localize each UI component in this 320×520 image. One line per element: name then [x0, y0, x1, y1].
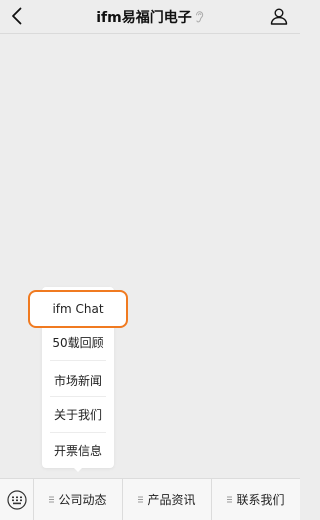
tab-label: 联系我们 [236, 493, 285, 507]
top-nav-bar: ifm易福门电子 [0, 0, 300, 34]
chevron-left-icon [12, 7, 22, 25]
submenu-indicator-icon [49, 496, 55, 503]
ear-icon [195, 10, 204, 23]
page-title: ifm易福门电子 [96, 9, 192, 26]
chat-page: ifm易福门电子 50载回顾 市场新闻 关于我们 开票信息 ifm Chat 公… [0, 0, 300, 520]
tab-product-info[interactable]: 产品资讯 [123, 479, 212, 520]
submenu-indicator-icon [138, 496, 144, 503]
keyboard-toggle-button[interactable] [0, 479, 34, 520]
submenu-item-about-us[interactable]: 关于我们 [42, 396, 114, 432]
tab-company-news[interactable]: 公司动态 [34, 479, 123, 520]
submenu-item-market-news[interactable]: 市场新闻 [42, 362, 114, 398]
submenu-item-invoice-info[interactable]: 开票信息 [42, 432, 114, 468]
divider [50, 360, 106, 361]
popup-arrow [72, 466, 84, 472]
title-group: ifm易福门电子 [96, 7, 203, 27]
profile-button[interactable] [268, 5, 290, 27]
submenu-indicator-icon [227, 496, 233, 503]
person-icon [270, 8, 288, 25]
tab-contact-us[interactable]: 联系我们 [212, 479, 300, 520]
tab-label: 产品资讯 [147, 493, 196, 507]
keyboard-icon [6, 489, 27, 510]
bottom-menu-bar: 公司动态 产品资讯 联系我们 [0, 478, 300, 520]
back-button[interactable] [4, 3, 30, 29]
tab-label: 公司动态 [58, 493, 107, 507]
submenu-item-ifm-chat[interactable]: ifm Chat [28, 290, 128, 328]
submenu-item-50-years[interactable]: 50载回顾 [42, 324, 114, 360]
